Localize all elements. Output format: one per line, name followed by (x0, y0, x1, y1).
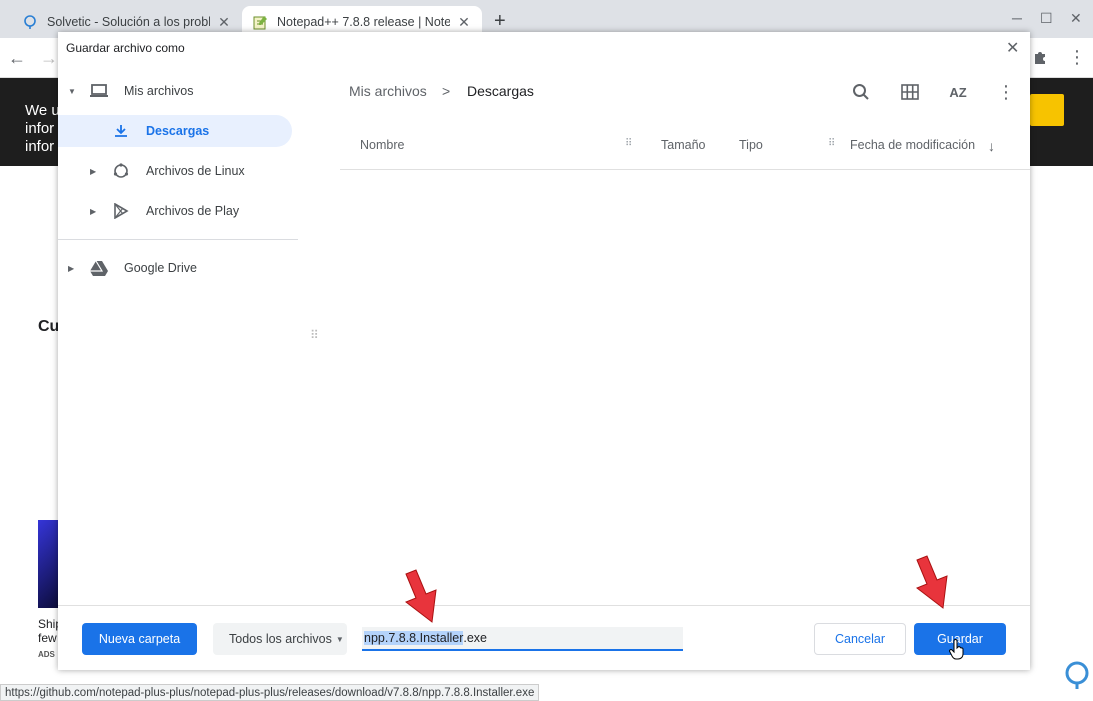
sidebar-item-label: Archivos de Linux (146, 164, 245, 178)
filename-input[interactable]: npp.7.8.8.Installer .exe (362, 627, 683, 651)
column-header-size[interactable]: Tamaño (661, 138, 705, 152)
sidebar-item-label: Mis archivos (124, 84, 194, 98)
filename-extension: .exe (463, 631, 488, 645)
grid-view-icon[interactable] (898, 80, 922, 104)
cancel-button[interactable]: Cancelar (814, 623, 906, 655)
sort-az-icon[interactable]: AZ (946, 80, 970, 104)
notepad-favicon-icon (252, 14, 268, 30)
sidebar-item-label: Google Drive (124, 261, 197, 275)
header-divider (340, 169, 1030, 170)
hand-cursor-icon (949, 639, 965, 664)
breadcrumb-current: Descargas (467, 83, 534, 99)
laptop-icon (88, 81, 110, 101)
tab-close-icon[interactable]: ✕ (456, 14, 472, 31)
solvetic-favicon-icon (22, 14, 38, 30)
more-options-icon[interactable]: ⋮ (994, 80, 1018, 104)
article-thumbnail[interactable] (38, 520, 58, 608)
dialog-close-icon[interactable]: ✕ (1006, 38, 1019, 58)
annotation-arrow-icon (913, 554, 959, 613)
play-icon (110, 201, 132, 221)
download-icon (110, 121, 132, 141)
filename-selected-text: npp.7.8.8.Installer (364, 631, 464, 645)
caret-right-icon[interactable]: ▶ (90, 167, 100, 176)
maximize-icon[interactable]: ☐ (1040, 10, 1053, 27)
tab-title: Solvetic - Solución a los problem (47, 15, 210, 29)
annotation-arrow-icon (402, 568, 448, 627)
new-tab-button[interactable]: + (494, 10, 506, 33)
forward-arrow-icon[interactable]: → (40, 48, 58, 69)
sidebar-item-play-files[interactable]: ▶ Archivos de Play (90, 195, 298, 227)
linux-icon (110, 161, 132, 181)
dialog-title: Guardar archivo como (66, 41, 185, 55)
back-arrow-icon[interactable]: ← (8, 48, 26, 69)
breadcrumb-root[interactable]: Mis archivos (349, 83, 427, 99)
browser-menu-icon[interactable]: ⋮ (1068, 47, 1086, 68)
tab-close-icon[interactable]: ✕ (216, 14, 232, 31)
window-close-icon[interactable]: ✕ (1070, 10, 1082, 27)
banner-accept-button[interactable] (1030, 94, 1064, 126)
drive-icon (88, 258, 110, 278)
sidebar-divider (58, 239, 298, 240)
extensions-puzzle-icon[interactable] (1032, 49, 1048, 70)
ads-label: ADS (38, 650, 55, 659)
page-heading: Cu (38, 318, 60, 335)
sidebar-item-my-files[interactable]: ▼ Mis archivos (68, 75, 298, 107)
solvetic-logo-icon (1063, 660, 1091, 693)
caret-right-icon[interactable]: ▶ (90, 207, 100, 216)
pane-resize-handle[interactable]: ⠿ (310, 328, 319, 342)
breadcrumb-separator: > (442, 83, 451, 99)
dropdown-arrow-icon: ▼ (335, 634, 344, 644)
column-resize-handle[interactable]: ⠿ (828, 138, 835, 149)
save-file-dialog: Guardar archivo como ✕ ▼ Mis archivos De… (58, 32, 1030, 670)
search-icon[interactable] (849, 80, 873, 104)
column-header-name[interactable]: Nombre (360, 138, 404, 152)
sort-descending-icon[interactable]: ↓ (988, 138, 995, 154)
status-bar-url: https://github.com/notepad-plus-plus/not… (0, 684, 540, 701)
sidebar-item-downloads[interactable]: Descargas (58, 115, 292, 147)
footer-divider (58, 605, 1030, 606)
column-resize-handle[interactable]: ⠿ (625, 138, 632, 149)
sidebar-item-label: Descargas (146, 124, 210, 138)
sidebar-item-google-drive[interactable]: ▶ Google Drive (68, 252, 298, 284)
file-type-value: Todos los archivos (229, 632, 332, 646)
caret-down-icon[interactable]: ▼ (68, 87, 78, 96)
minimize-icon[interactable]: ─ (1012, 10, 1022, 26)
column-header-type[interactable]: Tipo (739, 138, 763, 152)
tab-title: Notepad++ 7.8.8 release | Notep (277, 15, 450, 29)
sidebar-item-linux-files[interactable]: ▶ Archivos de Linux (90, 155, 298, 187)
sidebar-item-label: Archivos de Play (146, 204, 240, 218)
new-folder-button[interactable]: Nueva carpeta (82, 623, 197, 655)
column-header-modified[interactable]: Fecha de modificación (850, 138, 975, 152)
file-type-select[interactable]: Todos los archivos ▼ (213, 623, 347, 655)
banner-text: We u infor infor (25, 102, 60, 155)
caret-right-icon[interactable]: ▶ (68, 264, 78, 273)
